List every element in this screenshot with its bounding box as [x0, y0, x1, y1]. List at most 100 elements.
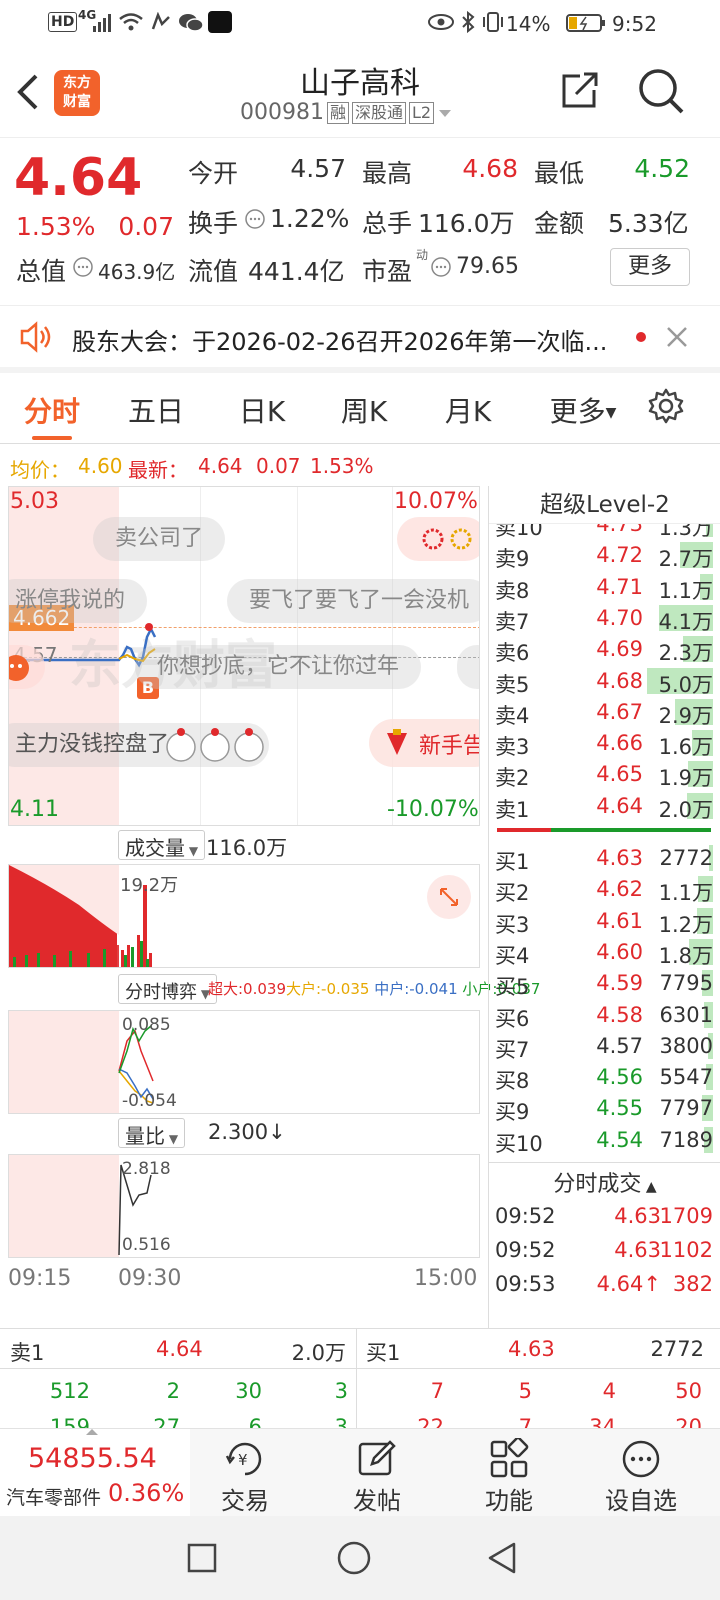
trades-title[interactable]: 分时成交 ▲ [489, 1166, 720, 1198]
orderbook-title[interactable]: 超级Level-2 [489, 486, 720, 524]
bid-row[interactable]: 买10 4.54 7189 [495, 1124, 717, 1156]
nav-post[interactable]: 发帖 [322, 1437, 432, 1516]
level-label: 买4 [495, 943, 530, 968]
home-button[interactable] [336, 1540, 372, 1580]
tab-monthly-k[interactable]: 月K [428, 390, 508, 430]
settings-icon[interactable] [646, 386, 686, 430]
nav-trade[interactable]: ¥ 交易 [190, 1437, 300, 1516]
ask-row[interactable]: 卖1 4.64 2.0万 [495, 790, 717, 822]
tab-weekly-k[interactable]: 周K [324, 390, 404, 430]
bid-row[interactable]: 买5 4.59 7795 [495, 967, 717, 999]
bid-row[interactable]: 买7 4.57 3800 [495, 1030, 717, 1062]
bid-row[interactable]: 买1 4.63 2772 [495, 842, 717, 874]
tab-5day[interactable]: 五日 [116, 390, 196, 430]
mktcap-info-icon[interactable] [72, 256, 94, 282]
bid-row[interactable]: 买4 4.60 1.8万 [495, 936, 717, 968]
ask-row[interactable]: 卖5 4.68 5.0万 [495, 665, 717, 697]
expand-button[interactable] [427, 875, 471, 919]
danmu-1[interactable]: 卖公司了 [93, 517, 226, 561]
bid-row[interactable]: 买6 4.58 6301 [495, 999, 717, 1031]
recents-button[interactable] [186, 1542, 218, 1578]
level-label: 卖8 [495, 578, 530, 603]
tab-more[interactable]: 更多▼ [540, 390, 626, 430]
volume-chart[interactable]: 19.2万 [8, 864, 480, 968]
ask-queue-cell: 512 [49, 1379, 90, 1403]
bid-row[interactable]: 买3 4.61 1.2万 [495, 905, 717, 937]
firework-danmu[interactable] [397, 517, 479, 561]
collapse-caret-icon[interactable] [84, 1427, 100, 1437]
info-icon[interactable] [244, 208, 266, 234]
level-label: 买7 [495, 1037, 530, 1062]
pe-info-icon[interactable] [430, 256, 452, 282]
bid-queue-cell: 7 [430, 1379, 444, 1403]
flow-bottom-label: -0.054 [122, 1091, 177, 1111]
ask-row[interactable]: 卖3 4.66 1.6万 [495, 727, 717, 759]
level-volume: 2.3万 [658, 641, 713, 666]
level-price: 4.69 [596, 637, 643, 662]
index-widget[interactable]: 54855.54 汽车零部件 0.36% [0, 1429, 190, 1517]
tab-daily-k[interactable]: 日K [222, 390, 302, 430]
ask-row[interactable]: 卖7 4.70 4.1万 [495, 602, 717, 634]
flow-chart[interactable]: 0.085 -0.054 [8, 1010, 480, 1114]
danmu-3[interactable]: 涨停我说的 [9, 579, 148, 623]
ratio-bottom-label: 0.516 [122, 1235, 171, 1255]
nav-add-watchlist[interactable]: 设自选 [586, 1437, 696, 1516]
ask-row[interactable]: 卖4 4.67 2.9万 [495, 696, 717, 728]
trade-list: 09:52 4.63 1709 09:52 4.63 1102 09:53 4.64↑ 382 [489, 1200, 720, 1328]
bid-queue-cell: 5 [518, 1379, 532, 1403]
ask-row[interactable]: 卖10 4.73 1.3万 [495, 524, 717, 540]
bid-row[interactable]: 买9 4.55 7797 [495, 1092, 717, 1124]
ask-ratio-bar [497, 828, 551, 832]
ask1-label: 卖1 [10, 1341, 45, 1365]
avg-value: 4.60 [78, 454, 123, 478]
nav-functions[interactable]: 功能 [454, 1437, 564, 1516]
back-nav-button[interactable] [486, 1540, 520, 1580]
danmu-4[interactable]: 你想抄底，它不让你过年 [135, 645, 422, 689]
latest-dot [145, 623, 153, 631]
trade-icon: ¥ [190, 1437, 300, 1481]
ask-row[interactable]: 卖9 4.72 2.7万 [495, 539, 717, 571]
back-button[interactable] [14, 70, 42, 118]
share-button[interactable] [558, 68, 602, 116]
announcement-text: 股东大会：于2026-02-26召开2026年第一次临... [72, 328, 608, 356]
more-dots-icon [586, 1437, 696, 1481]
level-label: 买5 [495, 975, 530, 1000]
mktcap-label: 总值 [16, 257, 67, 286]
level2-tag: L2 [409, 101, 435, 124]
firework-icon [422, 528, 472, 550]
flow-indicator-select[interactable]: 分时博弈 ▼ [118, 974, 218, 1004]
ratio-chart[interactable]: 2.818 0.516 [8, 1154, 480, 1258]
order-book[interactable]: 超级Level-2 卖10 4.73 1.3万 卖9 4.72 2.7万 卖8 4.71 1.1… [488, 486, 720, 1328]
danmu-2[interactable]: 要飞了要飞了一会没机 [227, 579, 479, 623]
newbie-danmu[interactable]: 新手告 [369, 719, 479, 767]
volume-indicator-select[interactable]: 成交量 ▼ [118, 830, 206, 860]
intraday-chart-area[interactable]: 东方财富 5.03 10.07% 4.11 -10.07% 4.662 4.57… [0, 486, 540, 1328]
ask-row[interactable]: 卖2 4.65 1.9万 [495, 758, 717, 790]
mktcap-value: 463.9亿 [98, 260, 176, 284]
bid-row[interactable]: 买8 4.56 5547 [495, 1061, 717, 1093]
ask1-price: 4.64 [156, 1337, 203, 1361]
dropdown-icon[interactable] [437, 107, 453, 119]
ask-row[interactable]: 卖8 4.71 1.1万 [495, 571, 717, 603]
stock-code-row: 000981 融 深股通 L2 [240, 100, 453, 125]
ask-row[interactable]: 卖6 4.69 2.3万 [495, 633, 717, 665]
high-value: 4.68 [462, 154, 518, 183]
index-value: 54855.54 [28, 1443, 157, 1474]
level-price: 4.58 [596, 1002, 643, 1027]
search-button[interactable] [636, 66, 688, 120]
bid-row[interactable]: 买2 4.62 1.1万 [495, 873, 717, 905]
level-price: 4.72 [596, 543, 643, 568]
announcement-bar[interactable]: 股东大会：于2026-02-26召开2026年第一次临... [0, 305, 720, 373]
trade-time: 09:52 [495, 1204, 556, 1228]
flow-super: 超大:0.039 [208, 980, 286, 998]
level-price: 4.65 [596, 762, 643, 787]
price-chart[interactable]: 东方财富 5.03 10.07% 4.11 -10.07% 4.662 4.57… [8, 486, 480, 826]
more-button[interactable]: 更多 [610, 248, 690, 286]
tab-intraday[interactable]: 分时 [12, 390, 92, 430]
low-value: 4.52 [634, 154, 690, 183]
connect-tag: 深股通 [352, 101, 407, 124]
ratio-indicator-select[interactable]: 量比 ▼ [118, 1118, 186, 1148]
close-icon[interactable] [664, 324, 690, 354]
redpacket-icon [387, 729, 407, 755]
low-label: 最低 [534, 159, 585, 188]
